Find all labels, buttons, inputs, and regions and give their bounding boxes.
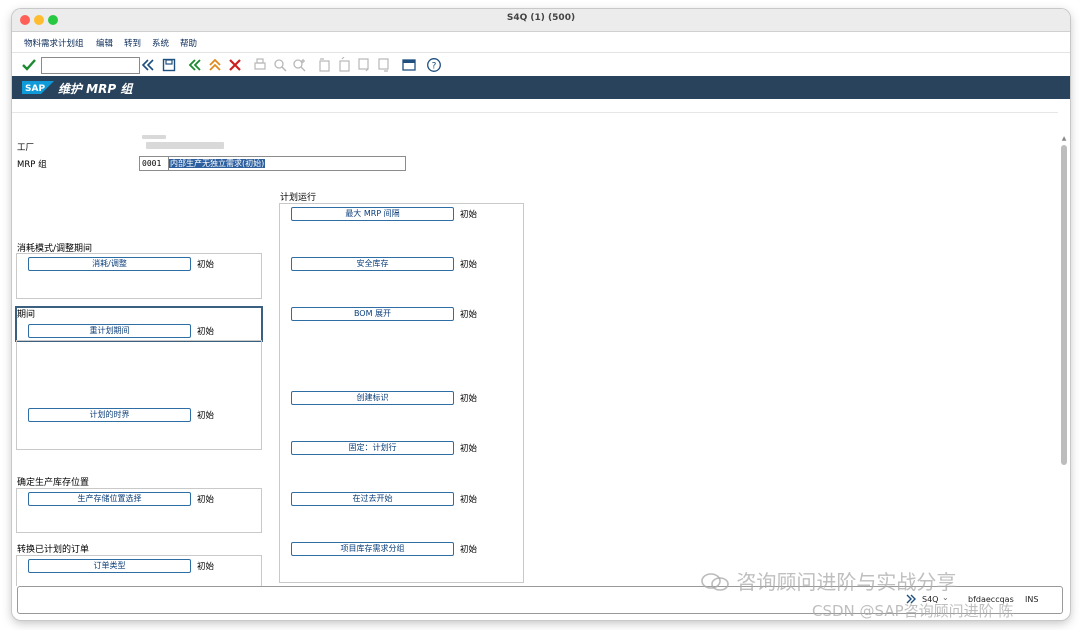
find-next-icon (293, 59, 306, 72)
storage-location-button[interactable]: 生产存储位置选择 (28, 492, 191, 506)
back-green-icon[interactable] (187, 57, 203, 73)
command-field[interactable] (41, 57, 140, 74)
bom-explosion-button[interactable]: BOM 展开 (291, 307, 454, 321)
wechat-icon (701, 573, 729, 591)
watermark-text-1: 咨询顾问进阶与实战分享 (736, 570, 957, 594)
check-icon[interactable] (21, 57, 37, 73)
safety-stock-status: 初始 (460, 260, 478, 270)
storage-group-title: 确定生产库存位置 (17, 478, 90, 488)
menu-bar: 物料需求计划组 编辑 转到 系统 帮助 (12, 32, 1070, 53)
main-content: 工厂 MRP 组 0001 内部生产无独立需求(初始) 消耗模式/调整期间 消耗… (12, 99, 1058, 586)
menu-mrp-group[interactable]: 物料需求计划组 (24, 37, 84, 49)
creation-indicator-button[interactable]: 创建标识 (291, 391, 454, 405)
replan-period-button[interactable]: 重计划期间 (28, 324, 191, 338)
planning-fence-button[interactable]: 计划的时界 (28, 408, 191, 422)
order-group-title: 转换已计划的订单 (17, 545, 90, 555)
mrp-group-code-field[interactable]: 0001 (139, 156, 169, 171)
mrp-group-desc-field[interactable]: 内部生产无独立需求(初始) (168, 156, 406, 171)
print-icon (254, 58, 266, 70)
mrp-group-label: MRP 组 (17, 160, 47, 170)
find-icon (274, 59, 287, 72)
help-icon[interactable]: ? (426, 57, 442, 73)
sap-window: S4Q (1) (500) 物料需求计划组 编辑 转到 系统 帮助 ? SAP … (12, 9, 1070, 620)
window-title: S4Q (1) (500) (506, 13, 576, 23)
plant-label: 工厂 (17, 143, 35, 153)
title-bar: S4Q (1) (500) (12, 9, 1070, 32)
prev-page-icon (339, 57, 350, 72)
firm-schedule-lines-button[interactable]: 固定：计划行 (291, 441, 454, 455)
start-in-past-button[interactable]: 在过去开始 (291, 492, 454, 506)
bom-explosion-status: 初始 (460, 310, 478, 320)
period-group-title: 期间 (17, 310, 36, 320)
back-double-icon[interactable] (140, 57, 156, 73)
mrp-group-desc-text: 内部生产无独立需求(初始) (169, 159, 266, 168)
scroll-up-icon[interactable]: ▲ (1060, 135, 1068, 143)
start-in-past-status: 初始 (460, 495, 478, 505)
last-page-icon (378, 58, 389, 72)
planning-fence-status: 初始 (197, 411, 215, 421)
next-page-icon (358, 58, 369, 72)
replan-period-status: 初始 (197, 327, 215, 337)
scrollbar-thumb[interactable] (1061, 145, 1067, 465)
sap-logo: SAP (22, 81, 54, 94)
exit-icon[interactable] (207, 57, 223, 73)
save-icon[interactable] (161, 57, 177, 73)
menu-system[interactable]: 系统 (152, 37, 169, 49)
period-group-box (16, 340, 262, 450)
planning-run-group-title: 计划运行 (280, 193, 317, 203)
insert-mode: INS (1025, 595, 1039, 604)
header-divider (12, 112, 1058, 113)
menu-help[interactable]: 帮助 (180, 37, 197, 49)
svg-text:?: ? (432, 62, 437, 72)
order-type-status: 初始 (197, 562, 215, 572)
project-stock-grouping-button[interactable]: 项目库存需求分组 (291, 542, 454, 556)
consumption-status: 初始 (197, 260, 215, 270)
safety-stock-button[interactable]: 安全库存 (291, 257, 454, 271)
menu-goto[interactable]: 转到 (124, 37, 141, 49)
new-window-icon[interactable] (401, 57, 417, 73)
order-type-button[interactable]: 订单类型 (28, 559, 191, 573)
menu-edit[interactable]: 编辑 (96, 37, 113, 49)
vertical-scrollbar[interactable]: ▲ (1060, 135, 1068, 585)
first-page-icon (319, 58, 330, 72)
watermark-text-2: CSDN @SAP咨询顾问进阶 陈 (812, 602, 1014, 620)
storage-location-status: 初始 (197, 495, 215, 505)
consumption-adjust-button[interactable]: 消耗/调整 (28, 257, 191, 271)
max-mrp-interval-button[interactable]: 最大 MRP 间隔 (291, 207, 454, 221)
sap-header-bar: SAP 维护 MRP 组 (12, 76, 1070, 99)
svg-text:SAP: SAP (25, 84, 45, 94)
page-title: 维护 MRP 组 (58, 82, 133, 96)
creation-indicator-status: 初始 (460, 394, 478, 404)
toolbar: ? (12, 53, 1070, 78)
project-stock-grouping-status: 初始 (460, 545, 478, 555)
max-mrp-interval-status: 初始 (460, 210, 478, 220)
cancel-icon[interactable] (227, 57, 243, 73)
firm-schedule-lines-status: 初始 (460, 444, 478, 454)
watermark-wechat: 咨询顾问进阶与实战分享 (700, 566, 956, 595)
